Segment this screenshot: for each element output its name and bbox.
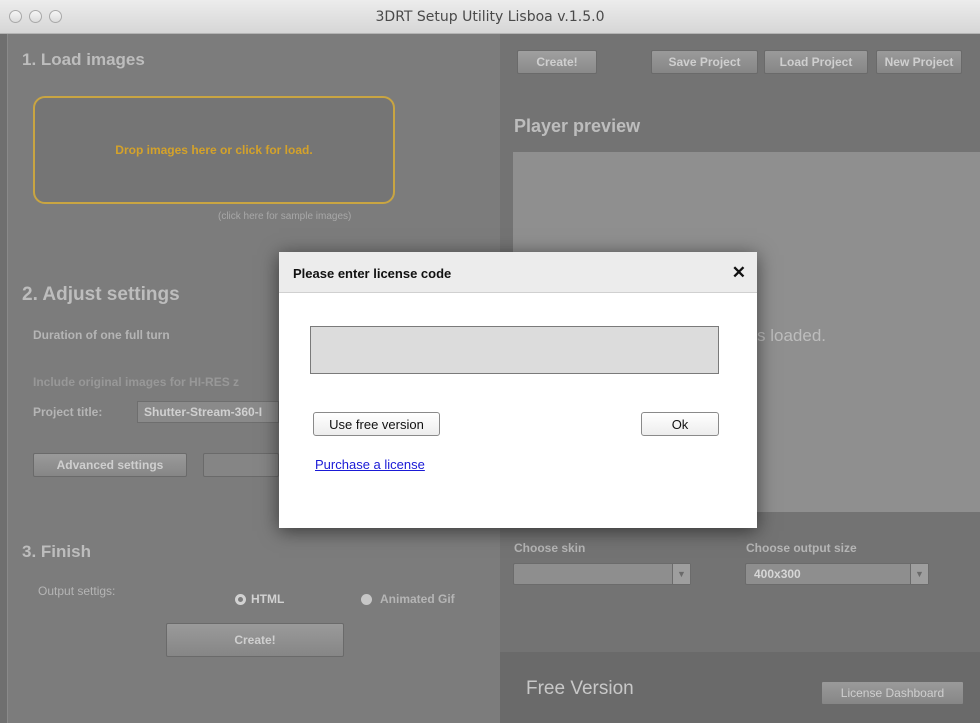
footer-bar: Free Version License Dashboard (500, 652, 980, 723)
close-icon[interactable]: ✕ (732, 263, 746, 283)
chevron-down-icon: ▼ (672, 564, 690, 584)
preview-status-text: s loaded. (757, 326, 826, 345)
choose-skin-label: Choose skin (514, 541, 586, 555)
dialog-title: Please enter license code (293, 266, 452, 281)
dropzone-text: Drop images here or click for load. (115, 143, 313, 157)
adjust-settings-heading: 2. Adjust settings (22, 284, 180, 305)
ok-button[interactable]: Ok (641, 412, 719, 436)
save-project-button[interactable]: Save Project (651, 50, 758, 74)
license-dialog: Please enter license code ✕ Use free ver… (279, 252, 757, 528)
project-title-input[interactable]: Shutter-Stream-360-I (137, 401, 279, 423)
window-title: 3DRT Setup Utility Lisboa v.1.5.0 (375, 9, 605, 25)
load-project-button[interactable]: Load Project (764, 50, 868, 74)
player-preview-heading: Player preview (514, 116, 641, 136)
advanced-settings-button[interactable]: Advanced settings (33, 453, 187, 477)
skin-select[interactable]: ▼ (513, 563, 691, 585)
license-dashboard-button[interactable]: License Dashboard (821, 681, 964, 705)
sample-images-link[interactable]: (click here for sample images) (218, 211, 351, 222)
duration-label: Duration of one full turn (33, 328, 170, 342)
output-size-select[interactable]: 400x300 ▼ (745, 563, 929, 585)
use-free-version-button[interactable]: Use free version (313, 412, 440, 436)
choose-output-size-label: Choose output size (746, 541, 857, 555)
project-title-label: Project title: (33, 405, 103, 419)
purchase-license-link[interactable]: Purchase a license (315, 457, 425, 472)
radio-html-label: HTML (251, 592, 285, 606)
finish-create-button[interactable]: Create! (166, 623, 344, 657)
free-version-label: Free Version (526, 678, 634, 699)
load-images-heading: 1. Load images (22, 50, 145, 69)
hires-label: Include original images for HI-RES z (33, 375, 240, 389)
left-edge (0, 34, 8, 723)
secondary-settings-button[interactable] (203, 453, 279, 477)
toolbar-create-button[interactable]: Create! (517, 50, 597, 74)
output-size-value: 400x300 (754, 567, 801, 581)
dialog-header: Please enter license code ✕ (279, 252, 757, 293)
radio-animated-gif[interactable] (361, 594, 372, 605)
finish-heading: 3. Finish (22, 542, 91, 561)
window-titlebar: 3DRT Setup Utility Lisboa v.1.5.0 (0, 0, 980, 34)
radio-gif-label: Animated Gif (380, 592, 455, 606)
new-project-button[interactable]: New Project (876, 50, 962, 74)
chevron-down-icon: ▼ (910, 564, 928, 584)
radio-html[interactable] (235, 594, 246, 605)
license-code-input[interactable] (310, 326, 719, 374)
image-dropzone[interactable]: Drop images here or click for load. (33, 96, 395, 204)
output-settings-label: Output settigs: (38, 584, 116, 598)
